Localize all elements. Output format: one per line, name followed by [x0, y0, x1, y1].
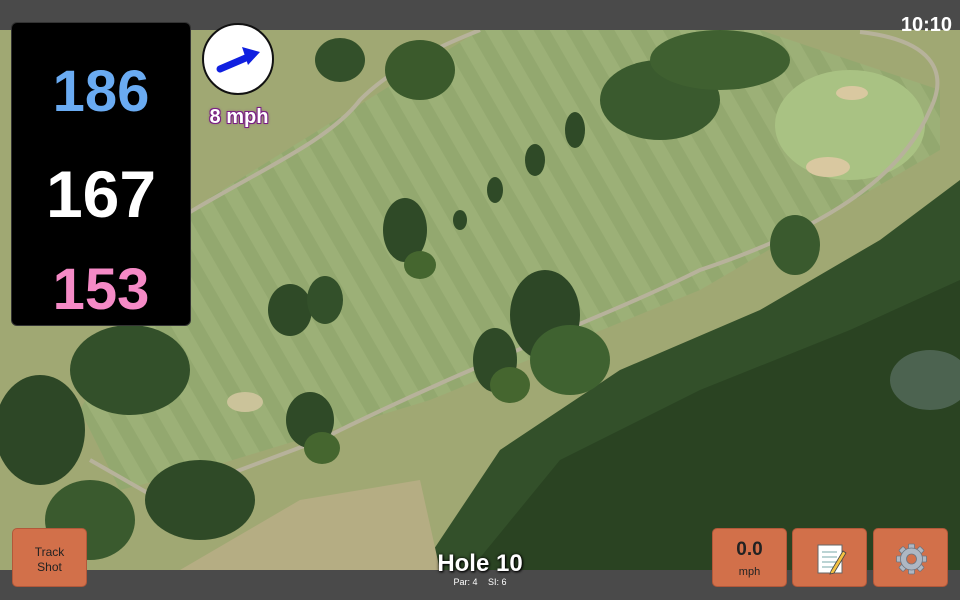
speed-unit: mph: [738, 566, 761, 578]
wind-indicator: [202, 23, 274, 95]
hole-title: Hole 10: [437, 550, 523, 577]
notes-button[interactable]: [792, 528, 867, 587]
speed-value: 0.0: [736, 539, 763, 560]
notepad-icon: [817, 544, 847, 575]
middle-distance: 167: [45, 157, 157, 231]
hole-info: Par: 4 SI: 6: [380, 577, 580, 587]
settings-button[interactable]: [873, 528, 948, 587]
front-distance: 153: [52, 257, 150, 322]
hole-stroke-index: SI: 6: [488, 577, 507, 587]
clock-time: 10:10: [900, 14, 952, 36]
wind-arrow-icon: [216, 47, 260, 73]
hole-par: Par: 4: [453, 577, 478, 587]
gear-icon: [896, 543, 927, 575]
track-shot-label: Track Shot: [34, 545, 65, 574]
speed-button[interactable]: 0.0 mph: [712, 528, 787, 587]
wind-speed-label: 8 mph: [209, 106, 269, 128]
distance-panel: 186 167 153: [11, 22, 191, 326]
back-distance: 186: [52, 59, 150, 124]
track-shot-button[interactable]: Track Shot: [12, 528, 87, 587]
